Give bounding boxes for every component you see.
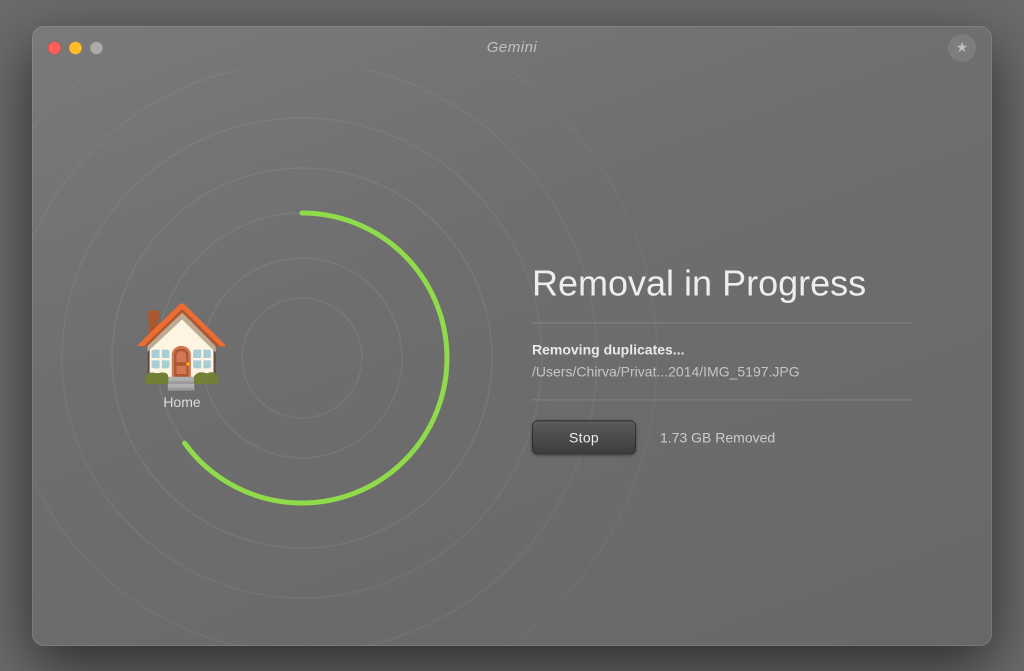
stop-button[interactable]: Stop (532, 420, 636, 454)
right-panel: Removal in Progress Removing duplicates.… (532, 261, 912, 454)
progress-title: Removal in Progress (532, 261, 912, 304)
app-window: Gemini ★ (32, 26, 992, 646)
action-row: Stop 1.73 GB Removed (532, 420, 912, 454)
star-button[interactable]: ★ (948, 34, 976, 62)
fullscreen-button[interactable] (90, 41, 103, 54)
traffic-lights (48, 41, 103, 54)
removed-size: 1.73 GB Removed (660, 429, 775, 445)
file-path: /Users/Chirva/Privat...2014/IMG_5197.JPG (532, 363, 912, 379)
home-label: Home (163, 394, 200, 410)
divider-bottom (532, 399, 912, 400)
minimize-button[interactable] (69, 41, 82, 54)
home-icon: 🏠 (132, 306, 232, 386)
home-icon-container: 🏠 Home (132, 306, 232, 410)
close-button[interactable] (48, 41, 61, 54)
divider-top (532, 322, 912, 323)
title-bar: Gemini ★ (32, 26, 992, 70)
app-title: Gemini (487, 39, 538, 56)
main-content: 🏠 Home Removal in Progress Removing dupl… (32, 70, 992, 646)
status-label: Removing duplicates... (532, 341, 912, 357)
